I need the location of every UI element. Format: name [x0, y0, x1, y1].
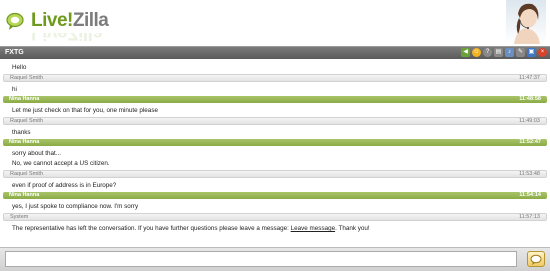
chat-title-bar: FXTG ◀ ☺ ? ▤ ♪ ✎ ▣ × — [0, 46, 550, 59]
print-icon[interactable]: ▤ — [494, 48, 503, 57]
sender-name: Nina Hanna — [9, 96, 40, 102]
close-icon[interactable]: × — [538, 48, 547, 57]
chat-message: Raquel Smith 11:49:03 thanks — [0, 117, 550, 139]
message-header-operator: Nina Hanna 11:54:14 — [3, 192, 547, 199]
message-header-system: System 11:57:13 — [3, 213, 547, 221]
message-time: 11:52:47 — [519, 139, 541, 145]
chat-toolbar: ◀ ☺ ? ▤ ♪ ✎ ▣ × — [461, 48, 547, 57]
sender-name: Nina Hanna — [9, 192, 40, 198]
sender-name: Raquel Smith — [10, 75, 44, 81]
message-text: hi — [12, 86, 17, 93]
message-time: 11:49:03 — [518, 118, 540, 124]
sender-name: Raquel Smith — [10, 118, 44, 124]
message-time: 11:53:48 — [518, 171, 540, 177]
logo-text-zilla: Zilla — [72, 10, 109, 31]
livezilla-logo: Live!Zilla — [6, 10, 109, 32]
message-time: 11:47:37 — [518, 75, 540, 81]
message-text: sorry about that... — [12, 150, 62, 157]
leave-message-link[interactable]: Leave message — [291, 225, 335, 232]
chat-message: Nina Hanna 11:54:14 yes, I just spoke to… — [0, 192, 550, 213]
smiley-icon[interactable]: ☺ — [472, 48, 481, 57]
message-time: 11:54:14 — [519, 192, 541, 198]
message-text: Let me just check on that for you, one m… — [12, 107, 158, 114]
send-bubble-icon — [530, 254, 542, 265]
chat-message: Nina Hanna 11:48:58 Let me just check on… — [0, 96, 550, 117]
message-header-operator: Nina Hanna 11:52:47 — [3, 139, 547, 146]
send-button[interactable] — [527, 251, 545, 267]
message-header-operator: Nina Hanna 11:48:58 — [3, 96, 547, 103]
message-time: 11:48:58 — [519, 96, 541, 102]
logo-reflection: LiveZilla — [6, 33, 103, 42]
system-message-text: The representative has left the conversa… — [12, 225, 289, 232]
message-text: The representative has left the conversa… — [0, 221, 550, 235]
chat-message: Hello — [0, 60, 550, 74]
support-agent-avatar — [506, 0, 546, 44]
app-header: Live!Zilla LiveZilla — [0, 0, 550, 44]
sound-icon[interactable]: ♪ — [505, 48, 514, 57]
edit-icon[interactable]: ✎ — [516, 48, 525, 57]
sender-name: Raquel Smith — [10, 171, 44, 177]
message-header-visitor: Raquel Smith 11:47:37 — [3, 74, 547, 82]
message-text: even if proof of address is in Europe? — [12, 182, 117, 189]
back-icon[interactable]: ◀ — [461, 48, 470, 57]
message-input-bar — [0, 247, 550, 271]
chat-bubble-logo-icon — [6, 12, 24, 30]
help-icon[interactable]: ? — [483, 48, 492, 57]
chat-message: System 11:57:13 The representative has l… — [0, 213, 550, 235]
system-message-suffix: . Thank you! — [335, 225, 370, 232]
message-header-visitor: Raquel Smith 11:53:48 — [3, 170, 547, 178]
chat-title: FXTG — [5, 49, 24, 56]
message-text: thanks — [12, 129, 31, 136]
message-text: Hello — [12, 64, 27, 71]
message-text: No, we cannot accept a US citizen. — [12, 160, 110, 167]
save-icon[interactable]: ▣ — [527, 48, 536, 57]
sender-name: Nina Hanna — [9, 139, 40, 145]
chat-message: Nina Hanna 11:52:47 sorry about that... … — [0, 139, 550, 170]
message-header-visitor: Raquel Smith 11:49:03 — [3, 117, 547, 125]
sender-name: System — [10, 214, 29, 220]
chat-message: Raquel Smith 11:53:48 even if proof of a… — [0, 170, 550, 192]
message-time: 11:57:13 — [518, 214, 540, 220]
logo-text-live: Live — [31, 10, 68, 31]
message-text: yes, I just spoke to compliance now. I'm… — [12, 203, 139, 210]
chat-message: Raquel Smith 11:47:37 hi — [0, 74, 550, 96]
message-textarea[interactable] — [5, 251, 517, 267]
chat-transcript: Hello Raquel Smith 11:47:37 hi Nina Hann… — [0, 60, 550, 245]
